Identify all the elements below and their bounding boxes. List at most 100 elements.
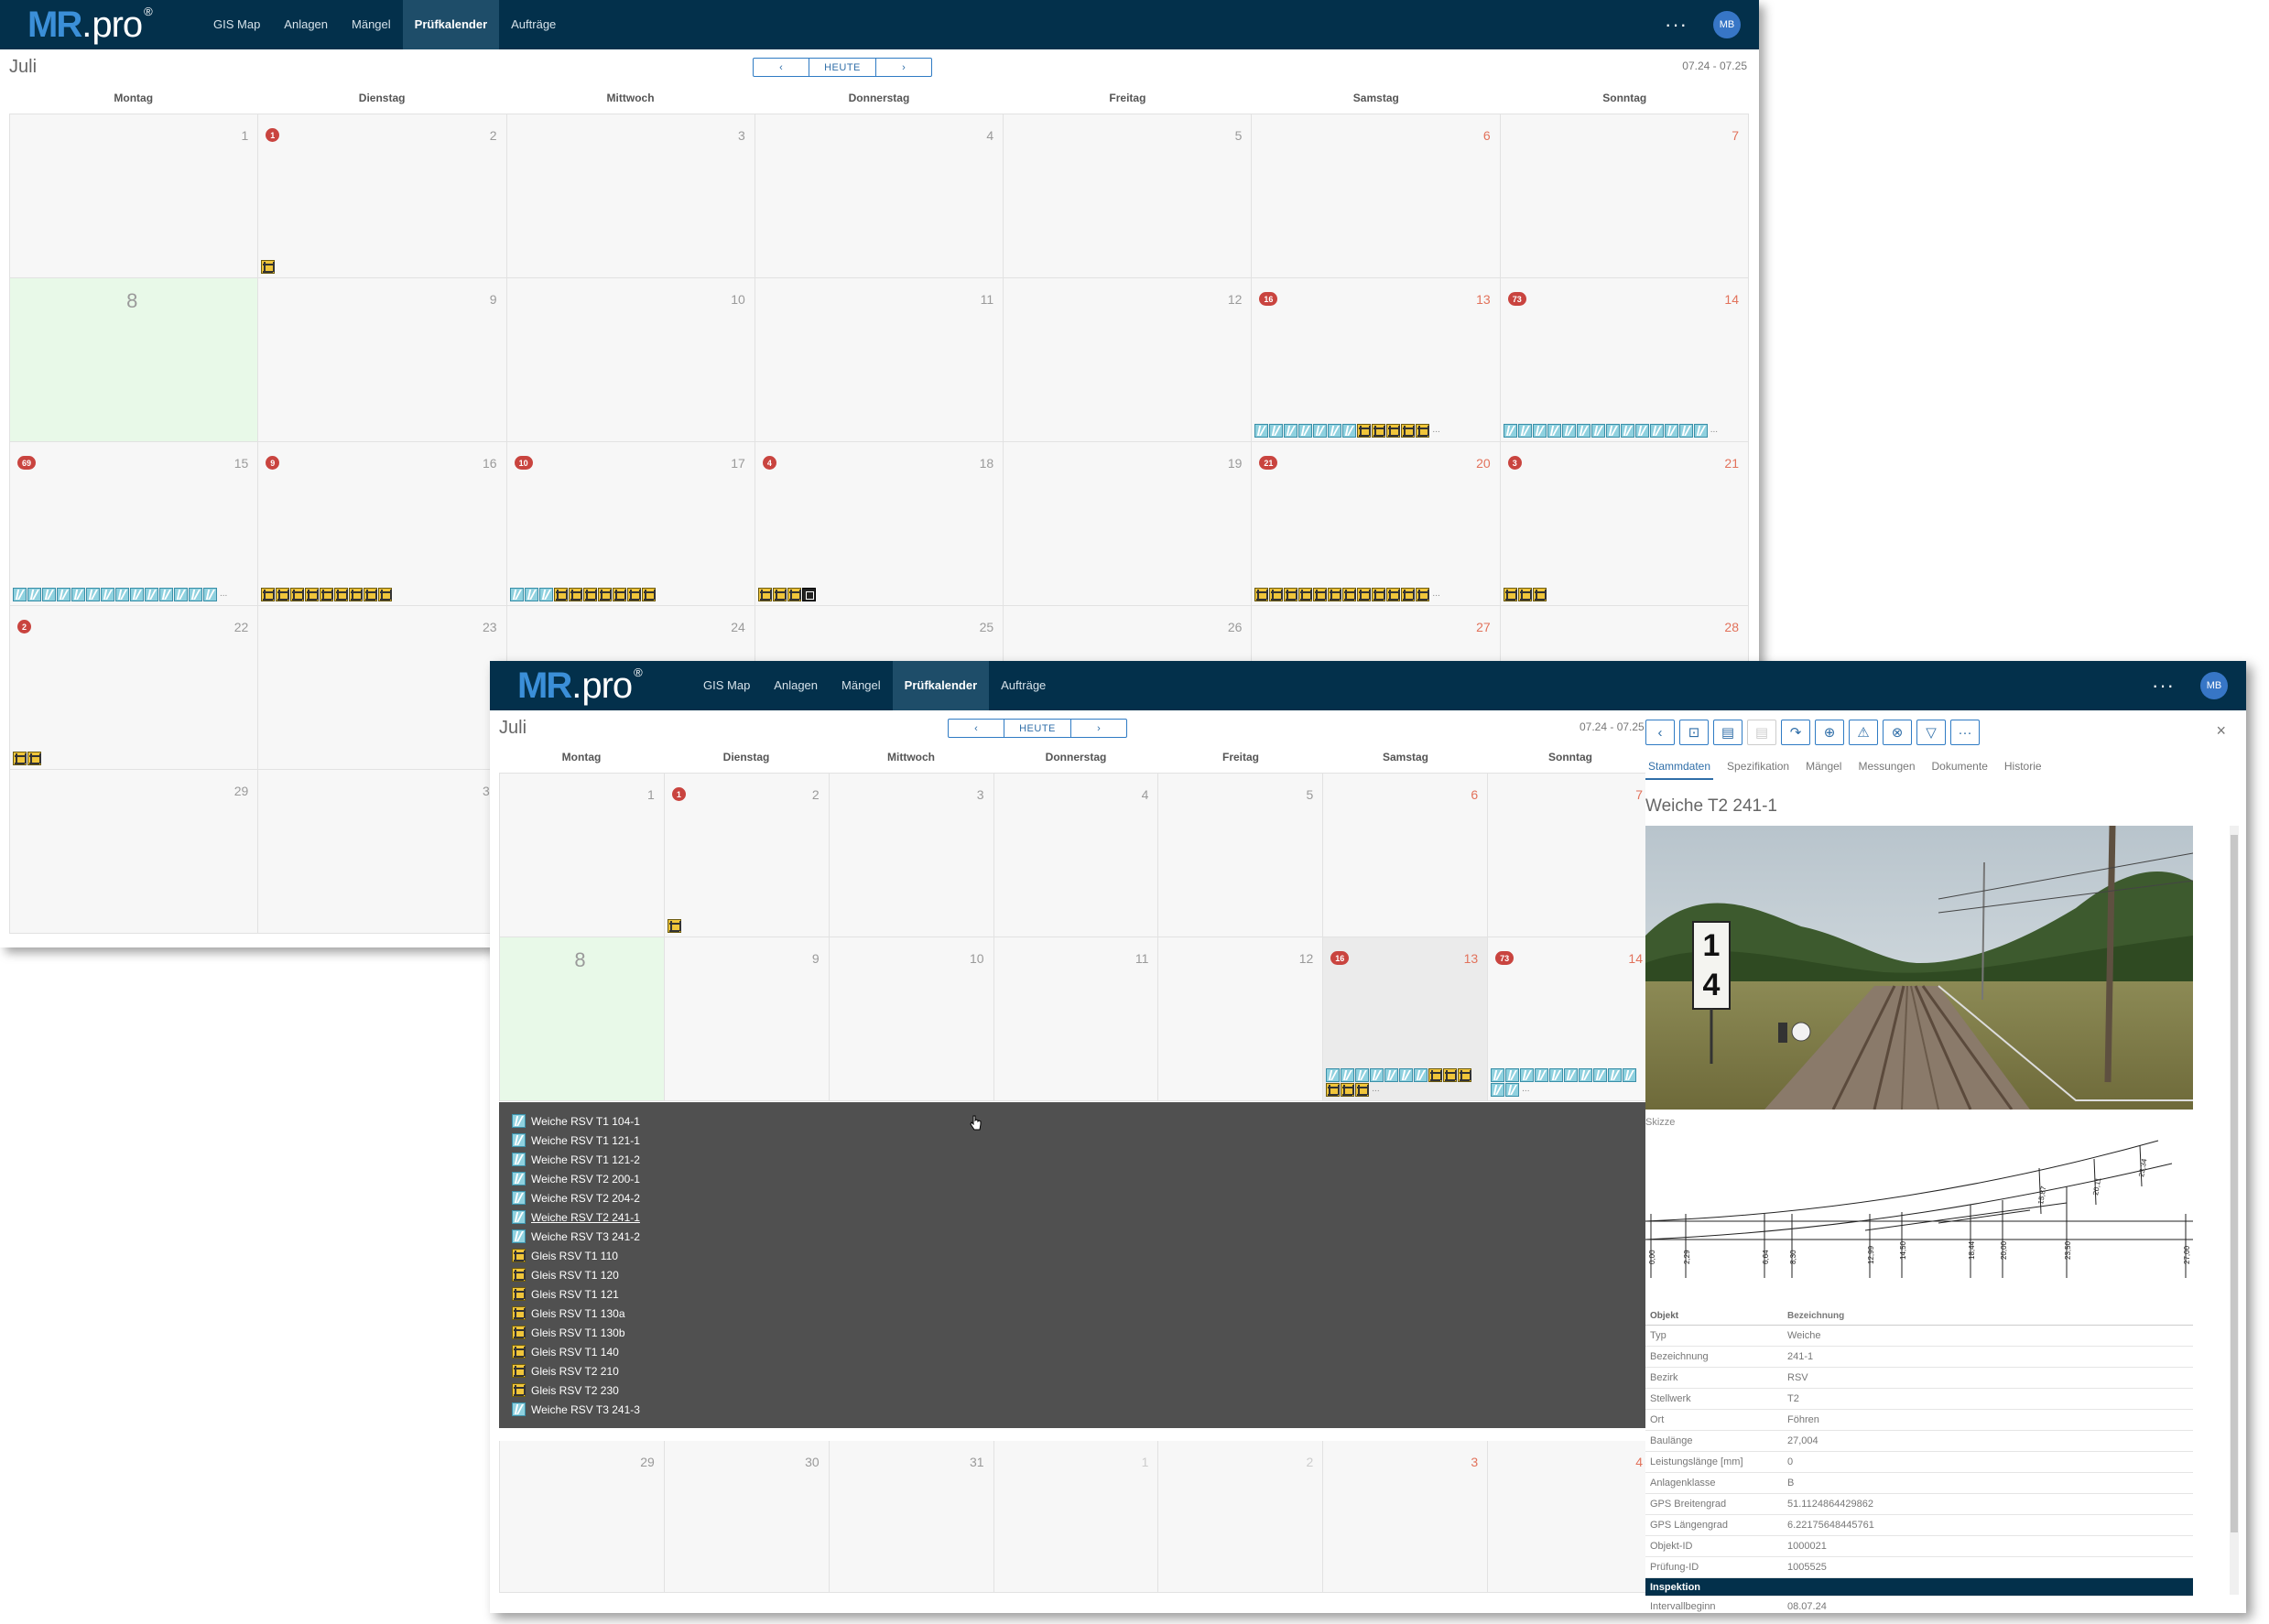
more-objects-indicator[interactable]: ... — [1522, 1082, 1529, 1097]
gleis-icon[interactable] — [1458, 1068, 1472, 1082]
nav-anlagen[interactable]: Anlagen — [762, 661, 830, 710]
gleis-icon[interactable] — [512, 1287, 526, 1301]
popup-object-item[interactable]: Gleis RSV T2 210 — [499, 1361, 1653, 1380]
more-objects-indicator[interactable]: ... — [1432, 423, 1439, 438]
weiche-icon[interactable] — [1505, 1083, 1520, 1097]
gleis-icon[interactable] — [1401, 588, 1416, 601]
tab-mängel[interactable]: Mängel — [1803, 756, 1844, 780]
gleis-icon[interactable] — [261, 260, 276, 274]
day-cell[interactable]: 13 16... — [1252, 278, 1501, 442]
day-cell[interactable]: 11 — [993, 937, 1159, 1101]
scrollbar-thumb[interactable] — [2231, 835, 2238, 1532]
gleis-icon[interactable] — [1357, 424, 1372, 438]
gleis-icon[interactable] — [1357, 588, 1372, 601]
defect-count-badge[interactable]: 1 — [671, 787, 686, 801]
day-cell[interactable]: 6 — [1323, 774, 1489, 937]
tab-spezifikation[interactable]: Spezifikation — [1724, 756, 1792, 780]
gleis-icon[interactable] — [349, 588, 364, 601]
weiche-icon[interactable] — [1517, 424, 1532, 438]
gleis-icon[interactable] — [512, 1306, 526, 1320]
gleis-icon[interactable] — [1517, 588, 1532, 601]
day-cell[interactable]: 4 — [1488, 1441, 1653, 1593]
nav-pruefkalender[interactable]: Prüfkalender — [892, 661, 990, 710]
gleis-icon[interactable] — [667, 919, 681, 933]
more-menu-icon[interactable]: ··· — [1665, 15, 1688, 35]
weiche-icon[interactable] — [509, 588, 524, 601]
day-cell[interactable]: 14 73... — [1500, 278, 1749, 442]
gleis-icon[interactable] — [1269, 588, 1284, 601]
prev-month-button[interactable]: ‹ — [754, 59, 809, 76]
weiche-icon[interactable] — [512, 1153, 526, 1166]
tab-stammdaten[interactable]: Stammdaten — [1645, 756, 1714, 780]
gleis-icon[interactable] — [334, 588, 349, 601]
weiche-icon[interactable] — [1370, 1068, 1384, 1082]
day-cell[interactable]: 5 — [1158, 774, 1324, 937]
weiche-icon[interactable] — [1341, 1068, 1355, 1082]
weiche-icon[interactable] — [512, 1229, 526, 1243]
popup-object-item[interactable]: Gleis RSV T1 120 — [499, 1265, 1653, 1284]
weiche-icon[interactable] — [1298, 424, 1313, 438]
weiche-icon[interactable] — [203, 588, 217, 601]
nav-gis-map[interactable]: GIS Map — [201, 0, 272, 49]
gleis-icon[interactable] — [512, 1268, 526, 1282]
day-cell[interactable]: 17 10 — [506, 442, 755, 606]
weiche-icon[interactable] — [1576, 424, 1590, 438]
gleis-icon[interactable] — [364, 588, 378, 601]
weiche-icon[interactable] — [512, 1210, 526, 1224]
gleis-icon[interactable] — [612, 588, 626, 601]
weiche-icon[interactable] — [512, 1172, 526, 1186]
warning-icon[interactable]: ⚠ — [1849, 720, 1878, 745]
day-cell[interactable]: 12 — [1158, 937, 1324, 1101]
day-cell[interactable]: 4 — [993, 774, 1159, 937]
day-cell[interactable]: 7 — [1500, 114, 1749, 278]
gleis-icon[interactable] — [1372, 424, 1386, 438]
defect-count-badge[interactable]: 21 — [1259, 456, 1278, 470]
gleis-icon[interactable] — [1284, 588, 1298, 601]
gleis-icon[interactable] — [1503, 588, 1517, 601]
weiche-icon[interactable] — [512, 1402, 526, 1416]
day-cell[interactable]: 18 4 — [755, 442, 1004, 606]
more-objects-indicator[interactable]: ... — [1710, 423, 1718, 438]
popup-object-item[interactable]: Weiche RSV T2 204-2 — [499, 1188, 1653, 1207]
app-logo[interactable]: MR. pro ® — [27, 5, 153, 45]
gleis-icon[interactable] — [1326, 1083, 1341, 1097]
day-cell[interactable]: 15 69... — [10, 442, 259, 606]
weiche-icon[interactable] — [145, 588, 158, 601]
gleis-icon[interactable] — [1298, 588, 1313, 601]
gleis-icon[interactable] — [582, 588, 597, 601]
day-cell[interactable]: 4 — [755, 114, 1004, 278]
weiche-icon[interactable] — [1326, 1068, 1341, 1082]
weiche-icon[interactable] — [1634, 424, 1649, 438]
popup-object-item[interactable]: Gleis RSV T2 230 — [499, 1380, 1653, 1400]
weiche-icon[interactable] — [1678, 424, 1693, 438]
weiche-icon[interactable] — [1503, 424, 1517, 438]
tab-dokumente[interactable]: Dokumente — [1929, 756, 1991, 780]
weiche-icon[interactable] — [1520, 1068, 1535, 1082]
popup-object-item[interactable]: Gleis RSV T1 110 — [499, 1246, 1653, 1265]
day-cell[interactable]: 2 — [1158, 1441, 1324, 1593]
gleis-icon[interactable] — [276, 588, 290, 601]
next-month-button[interactable]: › — [876, 59, 931, 76]
day-cell[interactable]: 10 — [506, 278, 755, 442]
gleis-icon[interactable] — [1532, 588, 1547, 601]
day-cell[interactable]: 8 — [10, 278, 259, 442]
weiche-icon[interactable] — [1342, 424, 1357, 438]
gleis-icon[interactable] — [290, 588, 305, 601]
gleis-icon[interactable] — [757, 588, 772, 601]
day-cell[interactable]: 10 — [829, 937, 994, 1101]
weiche-icon[interactable] — [57, 588, 71, 601]
day-cell[interactable]: 1 — [10, 114, 259, 278]
day-cell[interactable]: 29 — [500, 1441, 665, 1593]
day-cell[interactable]: 5 — [1004, 114, 1253, 278]
popup-object-item[interactable]: Gleis RSV T1 130a — [499, 1304, 1653, 1323]
weiche-icon[interactable] — [101, 588, 114, 601]
day-cell[interactable]: 30 — [664, 1441, 830, 1593]
day-cell[interactable]: 30 — [258, 770, 507, 934]
day-cell[interactable]: 21 3 — [1500, 442, 1749, 606]
weiche-icon[interactable] — [1561, 424, 1576, 438]
user-avatar[interactable]: MB — [1713, 11, 1741, 38]
gleis-icon[interactable] — [1254, 588, 1269, 601]
day-cell[interactable]: 8 — [500, 937, 665, 1101]
day-cell[interactable]: 22 2 — [10, 606, 259, 770]
weiche-icon[interactable] — [1313, 424, 1328, 438]
